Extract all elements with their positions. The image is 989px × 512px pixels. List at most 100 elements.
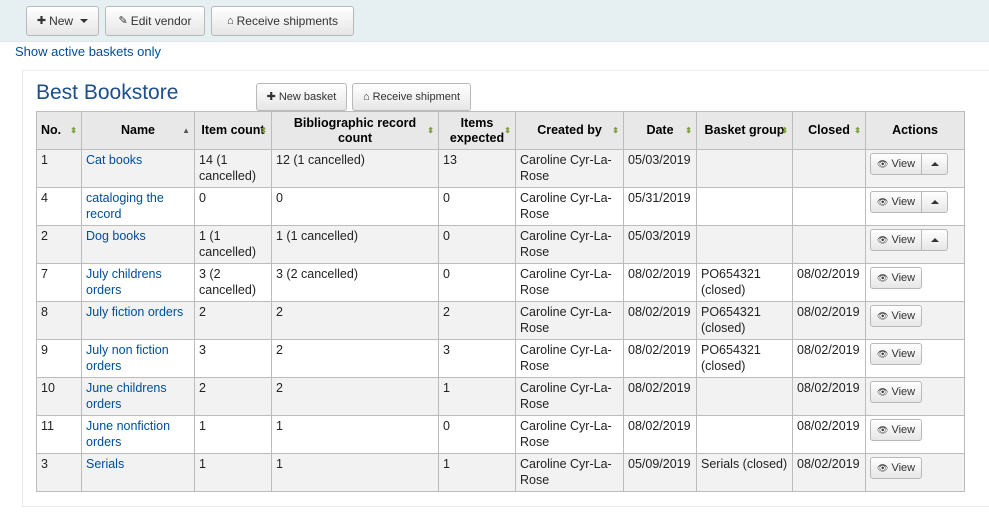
caret-down-icon <box>80 19 89 23</box>
header-basket-group[interactable]: Basket group ⬍ <box>696 111 793 150</box>
view-button-group: 👁 View <box>870 153 949 175</box>
table-row: 11 June nonfiction orders 1 1 0 Caroline Cyr-… <box>36 415 965 454</box>
view-basket-button[interactable]: 👁 View <box>870 457 923 479</box>
show-active-baskets-link[interactable]: Show active baskets only <box>15 44 161 59</box>
header-created-by[interactable]: Created by ⬍ <box>515 111 624 150</box>
view-label: View <box>891 234 916 246</box>
cell-name: July non fiction orders <box>81 339 195 378</box>
inbox-icon: ⌂ <box>226 14 234 27</box>
cell-created-by: Caroline Cyr-La-Rose <box>515 149 624 188</box>
cell-item-count: 2 <box>194 301 272 340</box>
new-button-label: New <box>49 14 74 28</box>
header-items-expected-label: Items expected <box>449 115 505 145</box>
basket-name-link[interactable]: cataloging the record <box>86 191 164 221</box>
eye-icon: 👁 <box>877 311 889 321</box>
header-items-expected[interactable]: Items expected ⬍ <box>438 111 516 150</box>
cell-item-count: 14 (1 cancelled) <box>194 149 272 188</box>
actions-dropdown-toggle[interactable] <box>922 191 949 213</box>
cell-actions: 👁 View <box>865 149 965 188</box>
cell-name: cataloging the record <box>81 187 195 226</box>
eye-icon: 👁 <box>877 197 889 207</box>
view-label: View <box>891 310 916 322</box>
cell-biblio-count: 1 <box>271 415 439 454</box>
cell-basket-group <box>696 377 793 416</box>
cell-created-by: Caroline Cyr-La-Rose <box>515 301 624 340</box>
basket-name-link[interactable]: Serials <box>86 457 124 471</box>
cell-items-expected: 0 <box>438 263 516 302</box>
header-name[interactable]: Name ▲ <box>81 111 195 150</box>
eye-icon: 👁 <box>877 349 889 359</box>
receive-shipment-button[interactable]: ⌂ Receive shipment <box>352 83 471 111</box>
view-basket-button[interactable]: 👁 View <box>870 419 923 441</box>
actions-dropdown-toggle[interactable] <box>922 229 949 251</box>
table-header-row: No. ⬍ Name ▲ Item count ⬍ Bibliographic record… <box>36 111 965 150</box>
view-basket-button[interactable]: 👁 View <box>870 381 923 403</box>
view-basket-button[interactable]: 👁 View <box>870 267 923 289</box>
table-row: 2 Dog books 1 (1 cancelled) 1 (1 cancelled)… <box>36 225 965 264</box>
cell-items-expected: 0 <box>438 187 516 226</box>
cell-created-by: Caroline Cyr-La-Rose <box>515 339 624 378</box>
view-label: View <box>891 386 916 398</box>
cell-actions: 👁 View <box>865 187 965 226</box>
header-closed-label: Closed <box>808 123 850 137</box>
pencil-icon: ✎ <box>118 14 128 27</box>
cell-biblio-count: 12 (1 cancelled) <box>271 149 439 188</box>
cell-closed <box>792 225 866 264</box>
new-button[interactable]: ✚ New <box>26 6 99 36</box>
basket-name-link[interactable]: June nonfiction orders <box>86 419 170 449</box>
header-biblio-count[interactable]: Bibliographic record count ⬍ <box>271 111 439 150</box>
caret-up-icon <box>930 238 939 242</box>
cell-closed <box>792 187 866 226</box>
sort-icon: ⬍ <box>504 125 511 135</box>
cell-name: June nonfiction orders <box>81 415 195 454</box>
table-row: 4 cataloging the record 0 0 0 Caroline Cyr-La… <box>36 187 965 226</box>
actions-dropdown-toggle[interactable] <box>922 153 949 175</box>
view-basket-button[interactable]: 👁 View <box>870 191 923 213</box>
cell-no: 9 <box>36 339 82 378</box>
cell-no: 11 <box>36 415 82 454</box>
receive-shipments-button[interactable]: ⌂ Receive shipments <box>211 6 354 36</box>
cell-created-by: Caroline Cyr-La-Rose <box>515 415 624 454</box>
sort-icon: ⬍ <box>854 125 861 135</box>
inbox-icon: ⌂ <box>362 90 370 103</box>
cell-item-count: 0 <box>194 187 272 226</box>
eye-icon: 👁 <box>877 425 889 435</box>
basket-name-link[interactable]: June childrens orders <box>86 381 167 411</box>
view-basket-button[interactable]: 👁 View <box>870 305 923 327</box>
view-label: View <box>891 196 916 208</box>
cell-closed: 08/02/2019 <box>792 415 866 454</box>
eye-icon: 👁 <box>877 463 889 473</box>
cell-date: 05/31/2019 <box>623 187 697 226</box>
header-no[interactable]: No. ⬍ <box>36 111 82 150</box>
basket-name-link[interactable]: July fiction orders <box>86 305 183 319</box>
cell-date: 08/02/2019 <box>623 415 697 454</box>
header-date[interactable]: Date ⬍ <box>623 111 697 150</box>
cell-no: 2 <box>36 225 82 264</box>
cell-items-expected: 2 <box>438 301 516 340</box>
basket-name-link[interactable]: Dog books <box>86 229 146 243</box>
cell-biblio-count: 2 <box>271 377 439 416</box>
cell-item-count: 3 <box>194 339 272 378</box>
cell-date: 05/03/2019 <box>623 225 697 264</box>
edit-vendor-button[interactable]: ✎ Edit vendor <box>105 6 205 36</box>
basket-name-link[interactable]: Cat books <box>86 153 142 167</box>
header-no-label: No. <box>41 123 62 137</box>
basket-name-link[interactable]: July non fiction orders <box>86 343 169 373</box>
header-name-label: Name <box>120 123 156 137</box>
view-basket-button[interactable]: 👁 View <box>870 153 923 175</box>
view-basket-button[interactable]: 👁 View <box>870 343 923 365</box>
view-basket-button[interactable]: 👁 View <box>870 229 923 251</box>
sort-ascending-icon: ▲ <box>182 125 190 135</box>
basket-name-link[interactable]: July childrens orders <box>86 267 162 297</box>
eye-icon: 👁 <box>877 273 889 283</box>
cell-basket-group: PO654321 (closed) <box>696 301 793 340</box>
cell-basket-group <box>696 415 793 454</box>
table-row: 1 Cat books 14 (1 cancelled) 12 (1 cancelle… <box>36 149 965 188</box>
cell-item-count: 1 <box>194 453 272 492</box>
new-basket-button[interactable]: ✚ New basket <box>256 83 347 111</box>
header-closed[interactable]: Closed ⬍ <box>792 111 866 150</box>
header-date-label: Date <box>646 123 674 137</box>
cell-biblio-count: 1 (1 cancelled) <box>271 225 439 264</box>
header-item-count[interactable]: Item count ⬍ <box>194 111 272 150</box>
cell-items-expected: 3 <box>438 339 516 378</box>
